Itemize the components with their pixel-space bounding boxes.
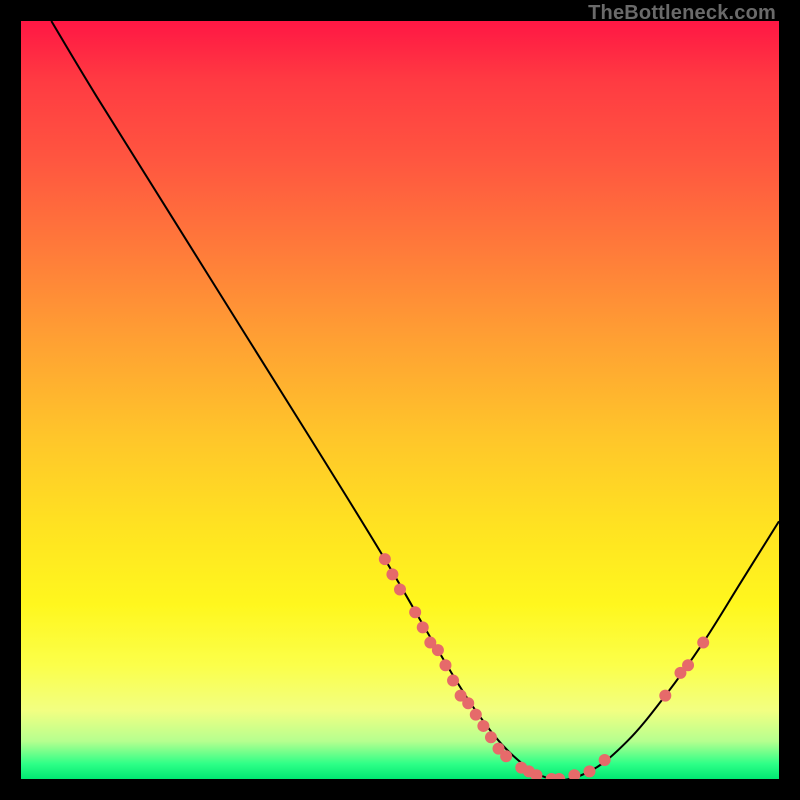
data-point [379, 553, 391, 565]
data-point [500, 750, 512, 762]
points-layer [379, 553, 709, 779]
data-point [697, 637, 709, 649]
data-point [417, 621, 429, 633]
data-point [439, 659, 451, 671]
data-point [462, 697, 474, 709]
data-point [409, 606, 421, 618]
data-point [447, 674, 459, 686]
data-point [530, 769, 542, 779]
data-point [386, 568, 398, 580]
watermark-text: TheBottleneck.com [588, 2, 776, 25]
data-point [455, 690, 467, 702]
data-point [674, 667, 686, 679]
data-point [485, 731, 497, 743]
chart-svg [21, 21, 779, 779]
data-point [394, 584, 406, 596]
data-point [470, 709, 482, 721]
data-point [553, 773, 565, 779]
data-point [477, 720, 489, 732]
data-point [599, 754, 611, 766]
data-point [515, 762, 527, 774]
data-point [682, 659, 694, 671]
data-point [424, 637, 436, 649]
plot-area [21, 21, 779, 779]
chart-frame: TheBottleneck.com [0, 0, 800, 800]
curve-layer [51, 21, 779, 779]
data-point [432, 644, 444, 656]
data-point [568, 769, 580, 779]
data-point [659, 690, 671, 702]
data-point [523, 765, 535, 777]
data-point [584, 765, 596, 777]
data-point [546, 773, 558, 779]
bottleneck-curve [51, 21, 779, 779]
data-point [493, 743, 505, 755]
